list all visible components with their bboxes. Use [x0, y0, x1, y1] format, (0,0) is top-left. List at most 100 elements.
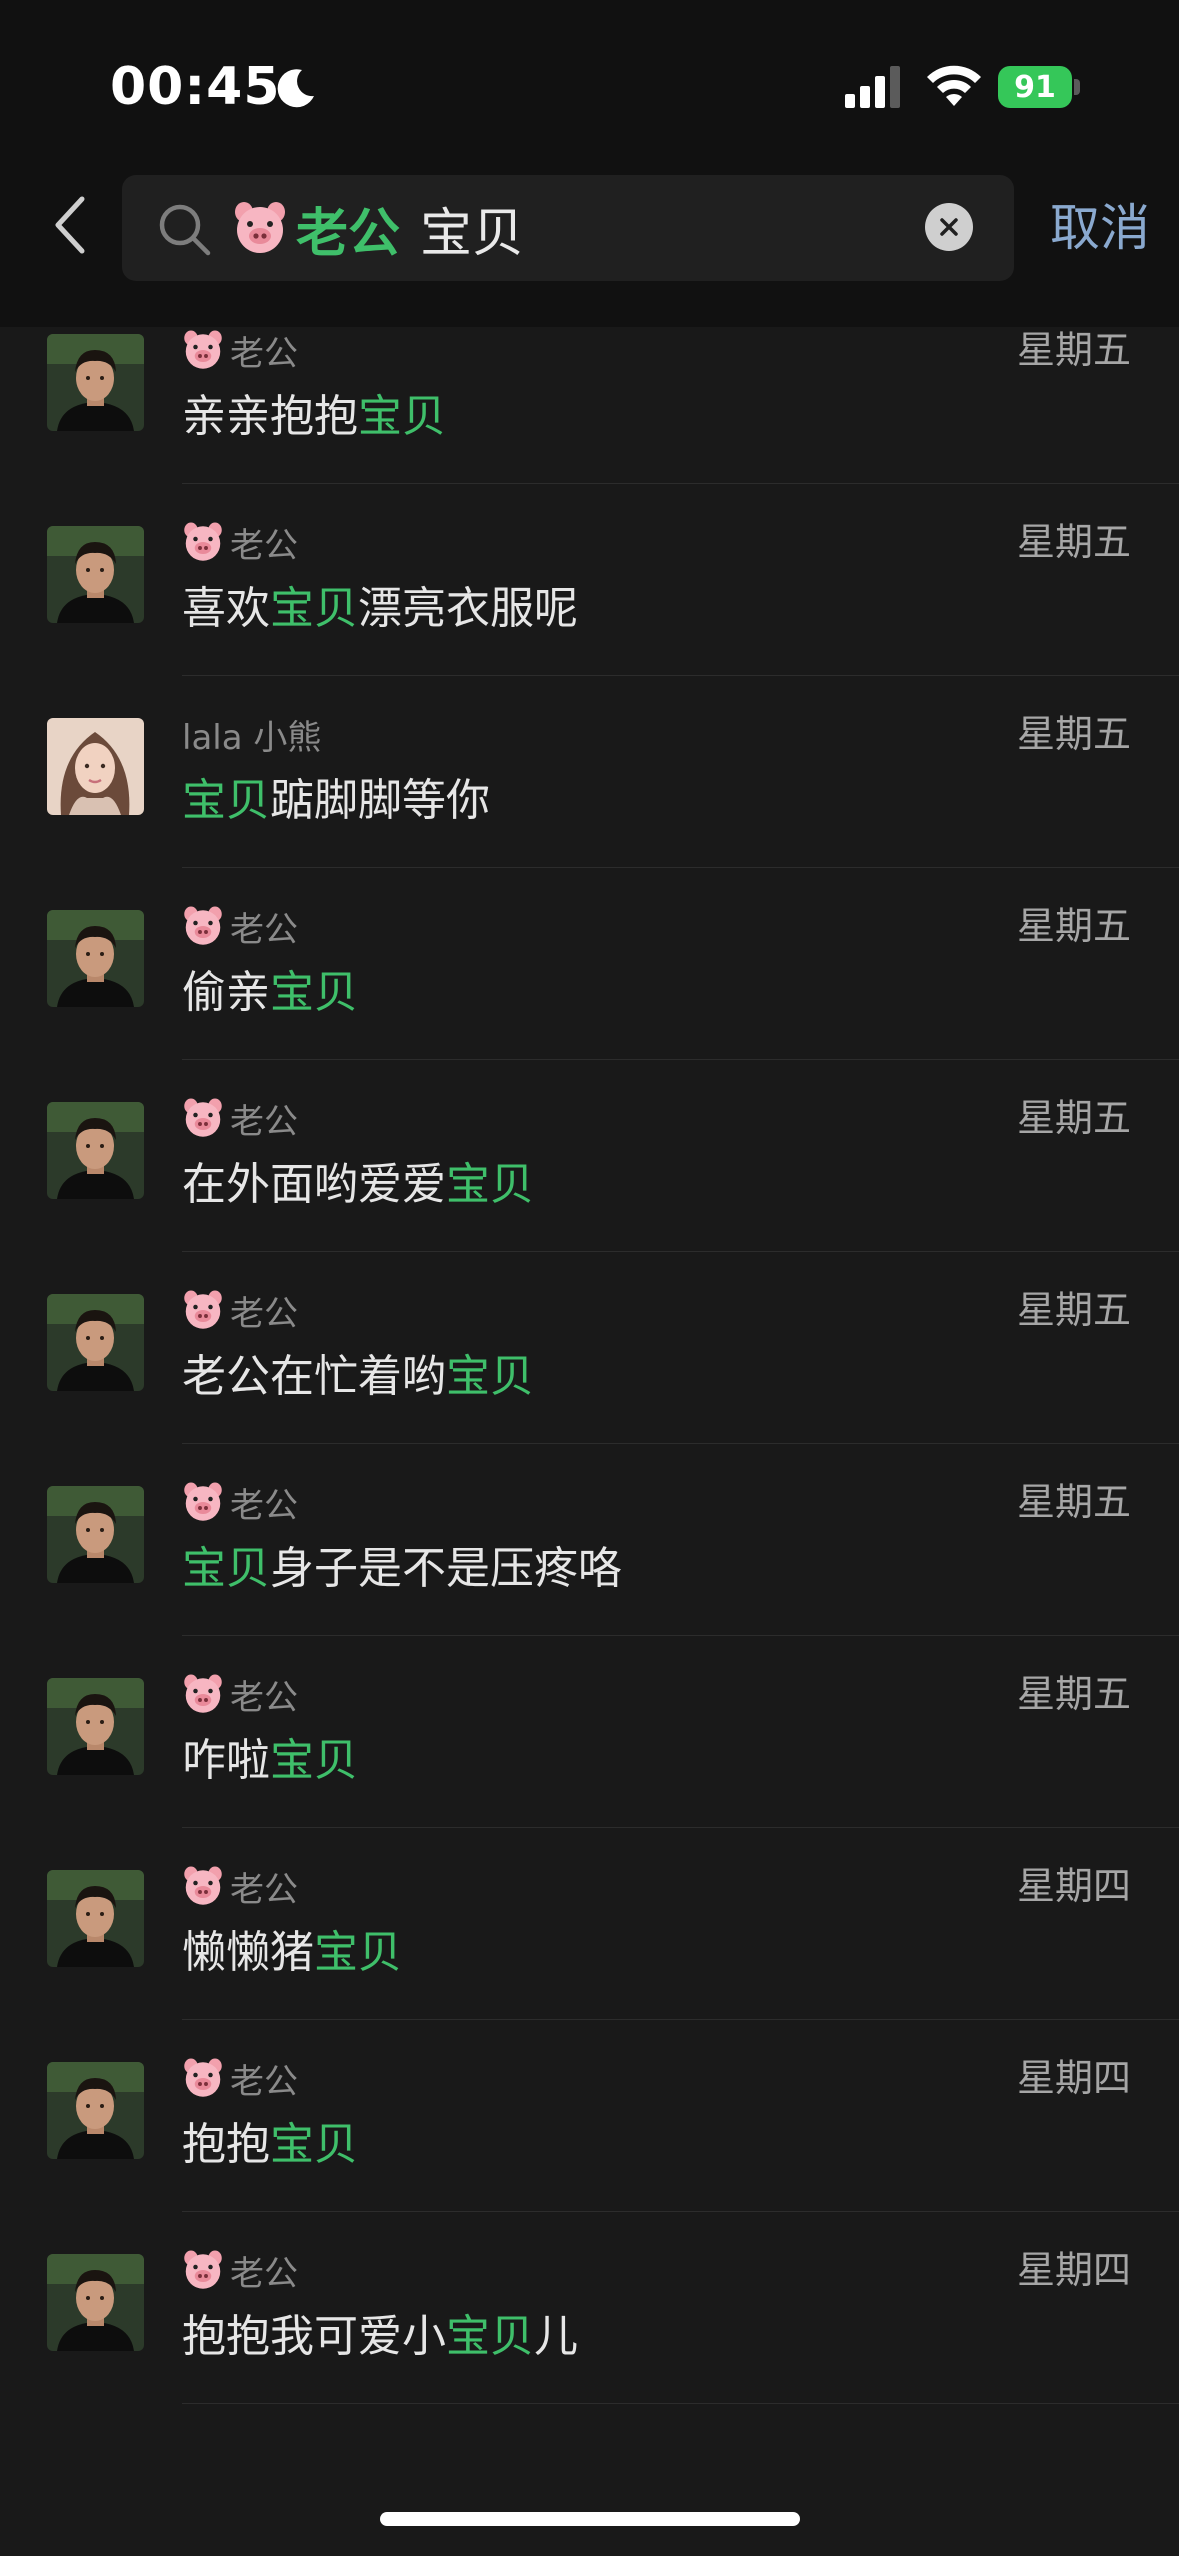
battery-icon: 91	[998, 66, 1080, 108]
message-text: 抱抱我可爱小	[182, 2311, 446, 2362]
search-filter-token[interactable]: 老公 宝贝	[232, 193, 525, 264]
pig-face-icon	[184, 2250, 222, 2289]
wifi-icon	[927, 65, 981, 106]
message-snippet: 咋啦宝贝	[182, 1730, 358, 1792]
sender-name: 老公	[182, 1094, 298, 1142]
pig-face-icon	[184, 1674, 222, 1713]
message-time: 星期五	[1016, 712, 1131, 756]
sender-label: 老公	[230, 1293, 298, 1334]
avatar	[47, 1870, 144, 1967]
sender-label: 老公	[230, 1101, 298, 1142]
search-result-row[interactable]: 老公 星期四抱抱我可爱小宝贝儿	[0, 2212, 1179, 2404]
search-result-row[interactable]: 老公 星期五 宝贝身子是不是压疼咯	[0, 1444, 1179, 1636]
sender-label: 老公	[230, 333, 298, 374]
row-divider	[182, 2403, 1179, 2404]
message-snippet: 老公在忙着哟宝贝	[182, 1346, 534, 1408]
message-text: 偷亲	[182, 967, 270, 1018]
avatar	[47, 334, 144, 431]
avatar	[47, 1102, 144, 1199]
message-time: 星期五	[1016, 1672, 1131, 1716]
search-result-row[interactable]: 老公 星期五 老公在忙着哟宝贝	[0, 1252, 1179, 1444]
search-result-row[interactable]: 老公 星期四 抱抱宝贝	[0, 2020, 1179, 2212]
search-icon	[159, 204, 211, 256]
avatar	[47, 1294, 144, 1391]
pig-face-icon	[184, 906, 222, 945]
pig-face-icon	[184, 330, 222, 369]
message-text: 在外面哟爱爱	[182, 1159, 446, 1210]
search-result-row[interactable]: 老公 星期五咋啦宝贝	[0, 1636, 1179, 1828]
status-time: 00:45	[110, 57, 281, 117]
message-text: 儿	[534, 2311, 578, 2362]
sender-label: 老公	[230, 1485, 298, 1526]
back-button[interactable]	[40, 185, 100, 265]
pig-face-icon	[184, 2058, 222, 2097]
pig-face-icon	[184, 1290, 222, 1329]
avatar	[47, 2254, 144, 2351]
message-time: 星期四	[1016, 2248, 1131, 2292]
signal-icon	[845, 66, 900, 108]
search-token-label: 老公	[296, 203, 401, 264]
moon-icon	[277, 69, 314, 108]
message-text: 身子是不是压疼咯	[270, 1543, 622, 1594]
search-result-row[interactable]: 老公 星期五在外面哟爱爱宝贝	[0, 1060, 1179, 1252]
search-query-text: 宝贝	[420, 203, 525, 264]
message-text: 踮脚脚等你	[270, 775, 490, 826]
avatar	[47, 1678, 144, 1775]
search-result-row[interactable]: 老公 星期五偷亲宝贝	[0, 868, 1179, 1060]
sender-name: lala 小熊	[182, 710, 321, 758]
message-snippet: 亲亲抱抱宝贝	[182, 386, 446, 448]
close-icon	[940, 218, 958, 236]
message-time: 星期五	[1016, 904, 1131, 948]
avatar	[47, 1486, 144, 1583]
pig-face-icon	[235, 202, 285, 253]
sender-name: 老公	[182, 1670, 298, 1718]
search-result-row[interactable]: 老公 星期四懒懒猪宝贝	[0, 1828, 1179, 2020]
message-snippet: 宝贝身子是不是压疼咯	[182, 1538, 622, 1600]
message-text: 老公在忙着哟	[182, 1351, 446, 1402]
message-snippet: 抱抱我可爱小宝贝儿	[182, 2306, 578, 2368]
sender-name: 老公	[182, 902, 298, 950]
message-text: 亲亲抱抱	[182, 391, 358, 442]
message-time: 星期四	[1016, 2056, 1131, 2100]
sender-label: 老公	[230, 1869, 298, 1910]
message-snippet: 偷亲宝贝	[182, 962, 358, 1024]
avatar	[47, 526, 144, 623]
message-snippet: 在外面哟爱爱宝贝	[182, 1154, 534, 1216]
search-result-row[interactable]: lala 小熊 星期五宝贝踮脚脚等你	[0, 676, 1179, 868]
pig-face-icon	[184, 522, 222, 561]
sender-name: 老公	[182, 1862, 298, 1910]
battery-cap	[1074, 79, 1080, 95]
search-header: 00:45 91 老公 宝贝 取消	[0, 0, 1179, 327]
highlighted-keyword: 宝贝	[314, 1927, 402, 1978]
message-time: 星期五	[1016, 520, 1131, 564]
sender-name: 老公	[182, 326, 298, 374]
highlighted-keyword: 宝贝	[182, 775, 270, 826]
avatar	[47, 910, 144, 1007]
pig-face-icon	[184, 1866, 222, 1905]
highlighted-keyword: 宝贝	[446, 1159, 534, 1210]
message-snippet: 宝贝踮脚脚等你	[182, 770, 490, 832]
sender-label: 老公	[230, 2061, 298, 2102]
sender-name: 老公	[182, 518, 298, 566]
search-input[interactable]: 老公 宝贝	[122, 175, 1014, 281]
battery-level: 91	[998, 66, 1072, 108]
highlighted-keyword: 宝贝	[270, 967, 358, 1018]
cancel-button[interactable]: 取消	[1050, 188, 1150, 268]
message-text: 懒懒猪	[182, 1927, 314, 1978]
sender-name: 老公	[182, 2246, 298, 2294]
message-time: 星期四	[1016, 1864, 1131, 1908]
home-indicator	[380, 2512, 800, 2526]
sender-name: 老公	[182, 2054, 298, 2102]
search-result-row[interactable]: 老公 星期五喜欢宝贝漂亮衣服呢	[0, 484, 1179, 676]
highlighted-keyword: 宝贝	[270, 2119, 358, 2170]
sender-label: 老公	[230, 1677, 298, 1718]
message-text: 漂亮衣服呢	[358, 583, 578, 634]
highlighted-keyword: 宝贝	[446, 1351, 534, 1402]
message-time: 星期五	[1016, 1096, 1131, 1140]
message-snippet: 喜欢宝贝漂亮衣服呢	[182, 578, 578, 640]
highlighted-keyword: 宝贝	[182, 1543, 270, 1594]
avatar	[47, 2062, 144, 2159]
search-results-list: 摸摸可爱宝贝老公星期五亲亲抱抱宝贝老公星期五喜欢宝贝漂亮衣服呢lala 小熊星期…	[0, 0, 1179, 2556]
highlighted-keyword: 宝贝	[270, 1735, 358, 1786]
clear-search-button[interactable]	[925, 203, 973, 251]
